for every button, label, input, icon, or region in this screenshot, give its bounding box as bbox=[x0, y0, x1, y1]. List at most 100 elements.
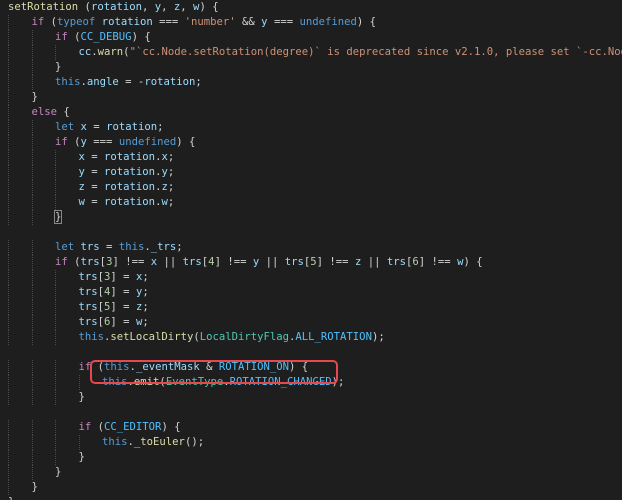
code-line: } bbox=[79, 450, 85, 465]
code-token: ] = bbox=[110, 271, 136, 283]
code-token: ; bbox=[142, 286, 149, 298]
code-line: }, bbox=[8, 495, 21, 500]
code-token: } bbox=[78, 451, 85, 463]
code-token: ( bbox=[67, 31, 81, 43]
code-editor[interactable]: setRotation (rotation, y, z, w) {if (typ… bbox=[0, 0, 622, 500]
indent-guide bbox=[8, 270, 9, 285]
code-line: else { bbox=[32, 105, 70, 120]
code-line: trs[3] = x; bbox=[79, 270, 149, 285]
indent-guide bbox=[31, 465, 33, 480]
code-token: || bbox=[157, 256, 183, 268]
code-token: trs bbox=[386, 256, 406, 268]
code-token: === bbox=[86, 136, 119, 148]
code-token: if bbox=[55, 256, 68, 268]
indent-guide bbox=[31, 420, 33, 435]
indent-guide bbox=[8, 330, 9, 345]
indent-guide bbox=[55, 300, 56, 315]
code-token: warn bbox=[97, 46, 124, 58]
code-line: } bbox=[53, 210, 63, 225]
code-token: ( bbox=[78, 1, 91, 13]
code-token: === bbox=[152, 16, 185, 28]
indent-guide bbox=[55, 150, 56, 165]
code-line: x = rotation.x; bbox=[79, 150, 175, 165]
code-token: & bbox=[199, 361, 219, 373]
code-token: ; bbox=[142, 301, 149, 313]
code-token: , bbox=[141, 1, 155, 13]
indent-guide bbox=[8, 60, 9, 75]
code-token: ; bbox=[142, 316, 149, 328]
code-token: = bbox=[84, 196, 105, 208]
indent-guide bbox=[31, 375, 33, 390]
code-line: this.emit(EventType.ROTATION_CHANGED); bbox=[102, 375, 344, 390]
code-token: ] !== bbox=[418, 256, 458, 268]
indent-guide bbox=[31, 150, 33, 165]
code-token: = bbox=[84, 181, 105, 193]
code-token: ) { bbox=[161, 421, 181, 433]
code-token: undefined bbox=[118, 136, 177, 148]
code-line: w = rotation.w; bbox=[79, 195, 175, 210]
code-token: trs bbox=[78, 301, 98, 313]
indent-guide bbox=[8, 105, 9, 120]
indent-guide bbox=[8, 135, 9, 150]
code-token: ( bbox=[67, 136, 81, 148]
indent-guide bbox=[55, 285, 56, 300]
code-token: if bbox=[55, 31, 68, 43]
code-token: angle bbox=[86, 76, 119, 88]
code-token: ] !== bbox=[214, 256, 253, 268]
code-token: } bbox=[55, 61, 62, 73]
indent-guide bbox=[55, 330, 56, 345]
code-token: setLocalDirty bbox=[110, 331, 194, 343]
code-line: trs[4] = y; bbox=[79, 285, 149, 300]
indent-guide bbox=[8, 390, 9, 405]
code-token: rotation bbox=[104, 166, 156, 178]
indent-guide bbox=[8, 45, 9, 60]
indent-guide bbox=[8, 150, 9, 165]
indent-guide bbox=[31, 300, 33, 315]
code-line: this.angle = -rotation; bbox=[55, 75, 202, 90]
code-line: if (this._eventMask & ROTATION_ON) { bbox=[79, 360, 309, 375]
code-token: rotation bbox=[90, 1, 142, 13]
indent-guide bbox=[31, 435, 33, 450]
indent-guide bbox=[8, 75, 9, 90]
code-token: rotation bbox=[104, 151, 156, 163]
code-line: if (trs[3] !== x || trs[4] !== y || trs[… bbox=[55, 255, 483, 270]
code-token: , bbox=[180, 1, 194, 13]
code-token: trs bbox=[284, 256, 304, 268]
code-token: trs bbox=[80, 256, 100, 268]
code-line: this._toEuler(); bbox=[102, 435, 204, 450]
code-token: LocalDirtyFlag bbox=[199, 331, 290, 343]
indent-guide bbox=[8, 180, 9, 195]
code-token: if bbox=[31, 16, 45, 28]
code-token: = bbox=[84, 166, 105, 178]
code-token: if bbox=[78, 421, 92, 433]
code-line: } bbox=[55, 60, 61, 75]
indent-guide bbox=[31, 60, 33, 75]
code-token: ) { bbox=[356, 16, 376, 28]
indent-guide bbox=[55, 360, 56, 375]
code-token: _trs bbox=[150, 241, 177, 253]
code-token: ; bbox=[167, 181, 175, 193]
indent-guide bbox=[8, 450, 9, 465]
code-token: trs bbox=[78, 271, 98, 283]
code-line: let trs = this._trs; bbox=[55, 240, 183, 255]
indent-guide bbox=[8, 375, 9, 390]
code-token: ] = bbox=[110, 316, 136, 328]
indent-guide bbox=[55, 180, 56, 195]
code-token: } bbox=[31, 91, 38, 103]
code-token: ; bbox=[142, 271, 149, 283]
code-token: 'number' bbox=[184, 16, 236, 28]
code-token: ) { bbox=[131, 31, 151, 43]
indent-guide bbox=[8, 90, 9, 105]
code-line: trs[5] = z; bbox=[79, 300, 149, 315]
code-token: ] !== bbox=[316, 256, 355, 268]
code-line: cc.warn("`cc.Node.setRotation(degree)` i… bbox=[79, 45, 622, 60]
code-token: } bbox=[55, 466, 62, 478]
indent-guide bbox=[31, 240, 33, 255]
code-token: this bbox=[78, 331, 105, 343]
indent-guide bbox=[8, 315, 9, 330]
indent-guide bbox=[55, 315, 56, 330]
indent-guide bbox=[31, 330, 33, 345]
code-token: ); bbox=[331, 376, 345, 388]
code-token: let bbox=[55, 121, 75, 133]
code-token: ( bbox=[91, 421, 105, 433]
